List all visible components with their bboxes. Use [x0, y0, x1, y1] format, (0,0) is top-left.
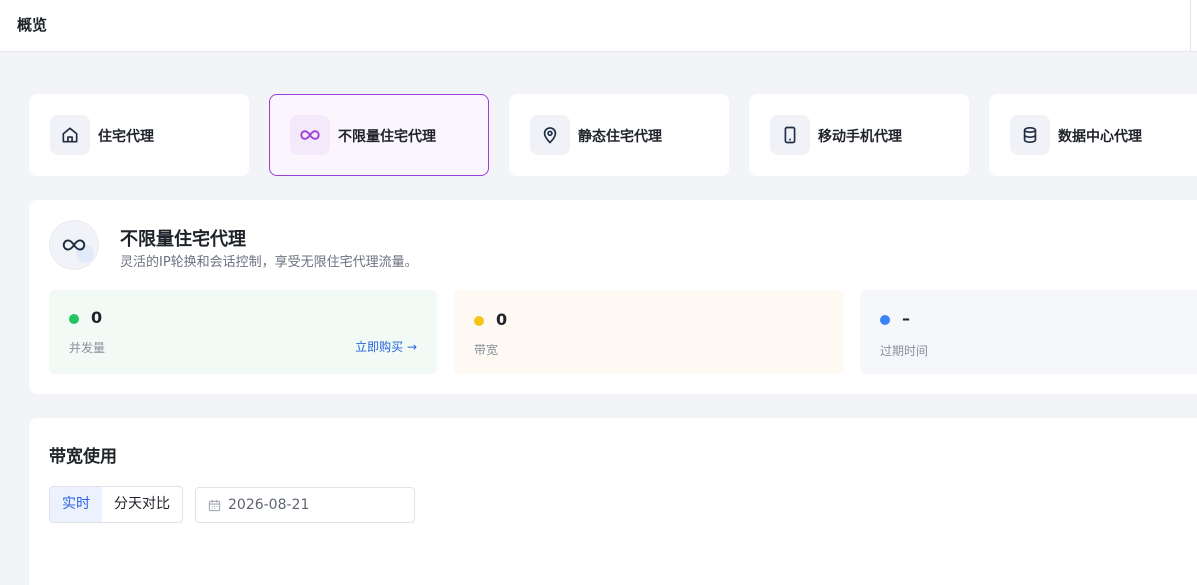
divider — [1190, 0, 1191, 52]
date-input[interactable] — [228, 488, 408, 522]
mode-realtime-button[interactable]: 实时 — [50, 487, 102, 522]
product-tile-label: 住宅代理 — [98, 129, 154, 145]
bandwidth-usage-panel: 带宽使用 实时 分天对比 — [29, 418, 1197, 585]
product-tile-unlimited-residential[interactable]: 不限量住宅代理 — [269, 94, 489, 176]
product-tile-static-residential[interactable]: 静态住宅代理 — [509, 94, 729, 176]
stat-card-bandwidth: 0 带宽 — [454, 290, 844, 374]
date-picker[interactable] — [195, 487, 415, 523]
product-tile-label: 数据中心代理 — [1058, 129, 1142, 145]
status-dot — [69, 314, 79, 324]
stat-card-concurrency: 0 并发量 立即购买 → — [49, 290, 437, 374]
infinity-icon — [290, 115, 330, 155]
top-bar: 概览 — [0, 0, 1197, 52]
page-title: 概览 — [17, 16, 48, 34]
section-title: 带宽使用 — [49, 447, 117, 467]
product-tile-mobile[interactable]: 移动手机代理 — [749, 94, 969, 176]
product-title: 不限量住宅代理 — [120, 229, 246, 250]
stat-label: 过期时间 — [880, 344, 929, 358]
mode-daily-compare-button[interactable]: 分天对比 — [102, 487, 182, 522]
product-tile-label: 不限量住宅代理 — [338, 129, 436, 145]
stat-label: 并发量 — [69, 341, 106, 355]
stat-value: – — [902, 309, 910, 328]
buy-now-link[interactable]: 立即购买 → — [355, 338, 417, 355]
calendar-icon — [208, 499, 221, 512]
stat-card-expiry: – 过期时间 — [860, 290, 1197, 374]
mobile-phone-icon — [770, 115, 810, 155]
view-mode-toggle: 实时 分天对比 — [49, 486, 183, 523]
home-icon — [50, 115, 90, 155]
stat-value: 0 — [496, 310, 508, 329]
product-tile-residential[interactable]: 住宅代理 — [29, 94, 249, 176]
product-tile-label: 静态住宅代理 — [578, 129, 662, 145]
product-tile-label: 移动手机代理 — [818, 129, 902, 145]
location-pin-icon — [530, 115, 570, 155]
status-dot — [880, 315, 890, 325]
product-tile-datacenter[interactable]: 数据中心代理 — [989, 94, 1197, 176]
infinity-icon — [49, 220, 99, 270]
status-dot — [474, 316, 484, 326]
product-description: 灵活的IP轮换和会话控制，享受无限住宅代理流量。 — [120, 255, 418, 270]
stat-label: 带宽 — [474, 343, 499, 357]
stat-value: 0 — [91, 308, 103, 327]
product-detail-panel: 不限量住宅代理 灵活的IP轮换和会话控制，享受无限住宅代理流量。 0 并发量 立… — [29, 200, 1197, 394]
database-icon — [1010, 115, 1050, 155]
